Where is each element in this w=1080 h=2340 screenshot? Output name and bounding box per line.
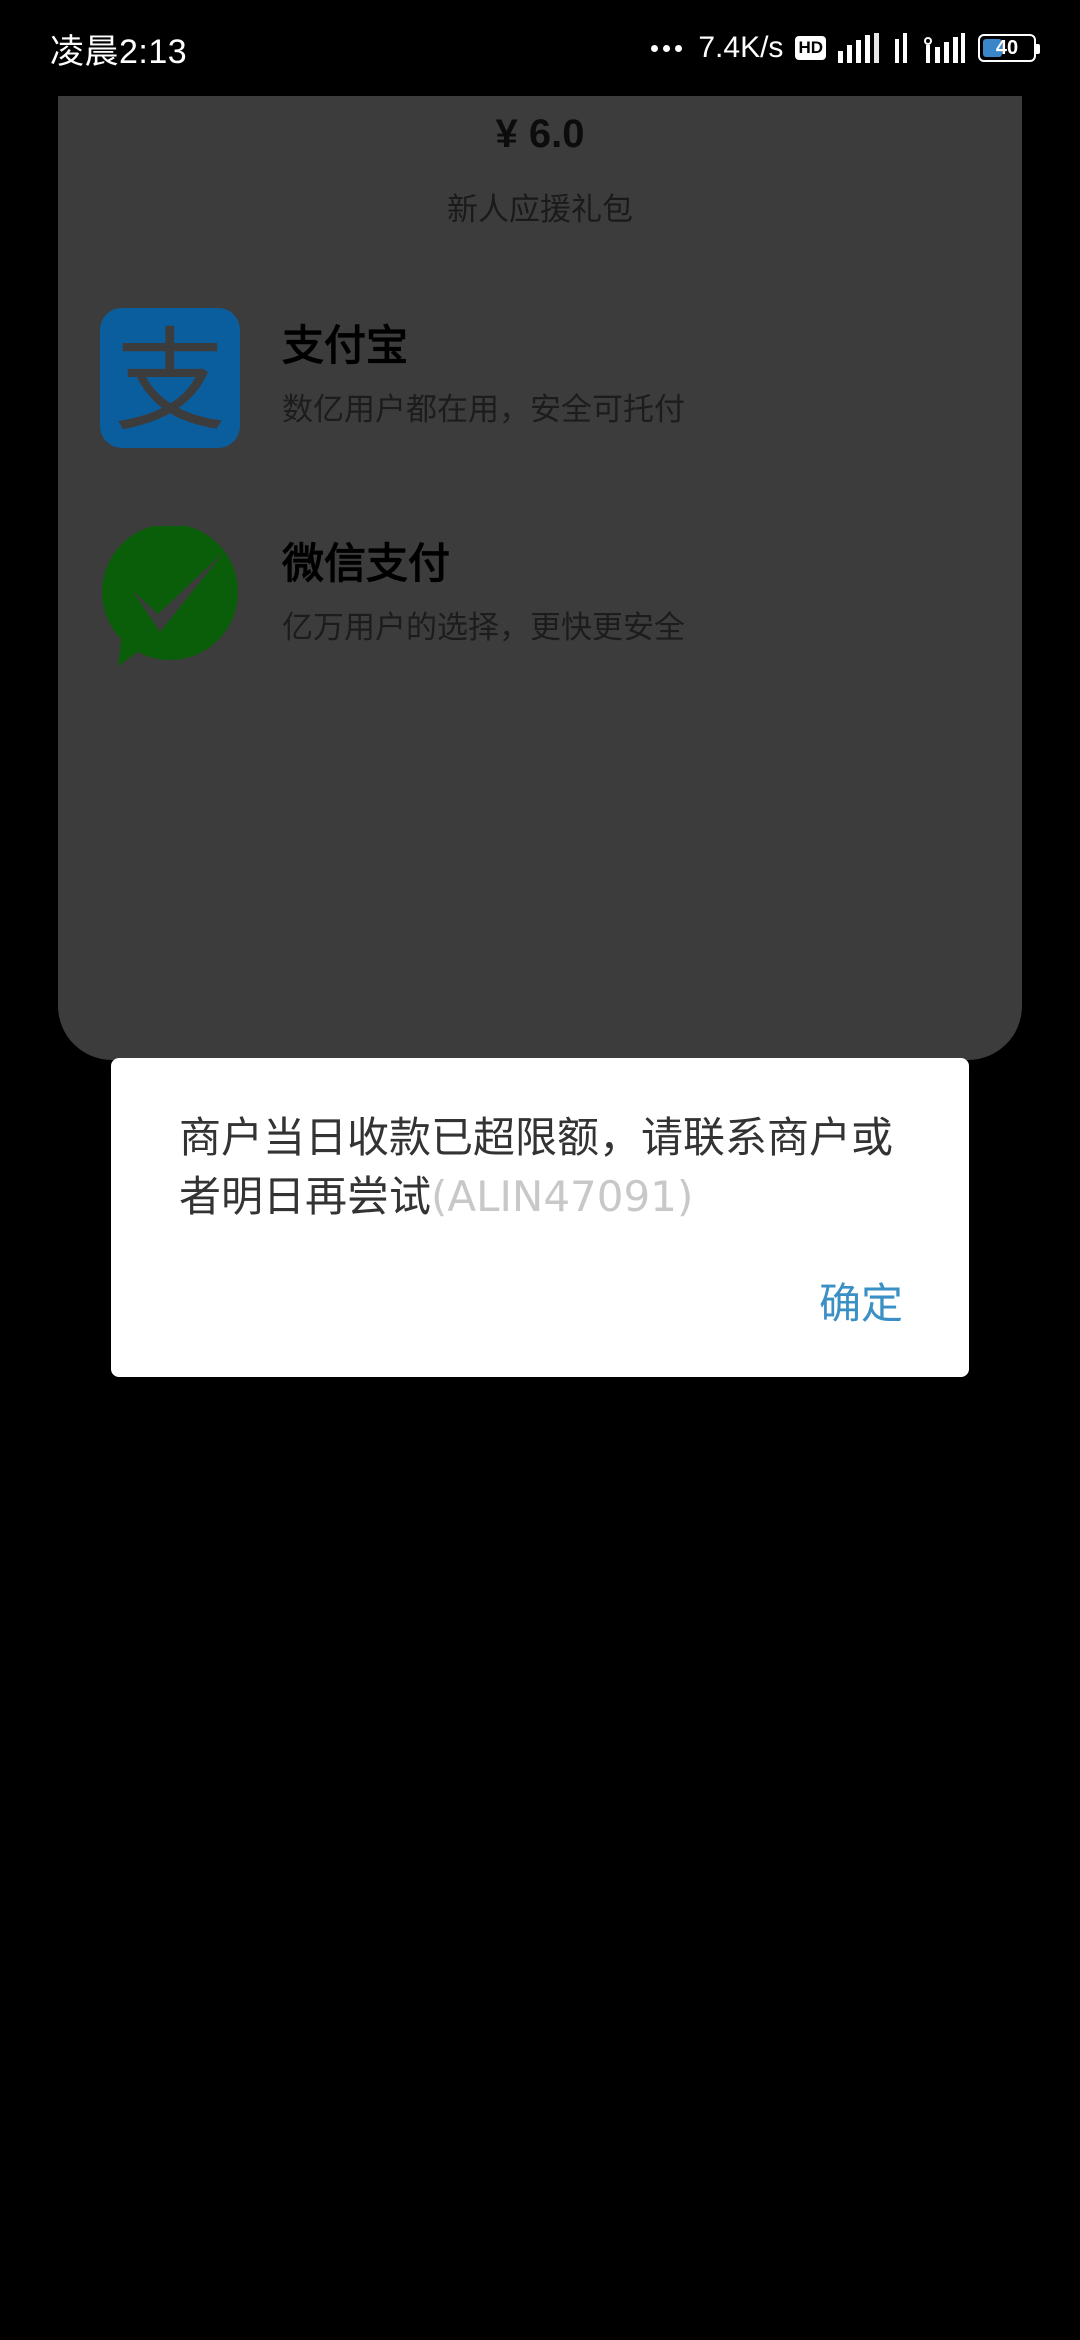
- alipay-title: 支付宝: [282, 321, 409, 370]
- svg-text:支: 支: [114, 317, 226, 447]
- signal-icon: [924, 33, 966, 63]
- wechat-pay-title: 微信支付: [282, 539, 451, 588]
- package-name: 新人应援礼包: [447, 192, 633, 228]
- wechat-pay-option[interactable]: 微信支付 亿万用户的选择，更快更安全: [100, 526, 980, 666]
- alipay-logo-icon: 支: [100, 308, 240, 448]
- alipay-description: 数亿用户都在用，安全可托付: [282, 392, 685, 428]
- wechat-pay-description: 亿万用户的选择，更快更安全: [282, 610, 685, 646]
- status-icons: 7.4K/s HD 40: [651, 31, 1040, 65]
- alipay-option[interactable]: 支 支付宝 数亿用户都在用，安全可托付: [100, 308, 980, 448]
- payment-sheet: ¥ 6.0 新人应援礼包 支 支付宝 数亿用户都在用，安全可托付 微信支付 亿万…: [58, 96, 1022, 1060]
- hd-icon: HD: [795, 36, 826, 60]
- network-speed: 7.4K/s: [698, 31, 784, 64]
- screen: 凌晨2:13 7.4K/s HD 40 ¥ 6.0 新人应援礼包 支 支付宝 数…: [0, 0, 1080, 2340]
- more-dots-icon: [651, 44, 683, 52]
- signal-icon: [838, 33, 880, 63]
- dialog-error-code: (ALIN47091): [431, 1172, 694, 1221]
- alert-dialog: 商户当日收款已超限额，请联系商户或者明日再尝试(ALIN47091) 确定: [111, 1058, 969, 1377]
- status-bar: 凌晨2:13 7.4K/s HD 40: [0, 0, 1080, 96]
- confirm-button[interactable]: 确定: [819, 1270, 903, 1331]
- wechat-pay-logo-icon: [102, 526, 238, 666]
- dialog-message: 商户当日收款已超限额，请联系商户或者明日再尝试(ALIN47091): [179, 1108, 909, 1226]
- status-time: 凌晨2:13: [50, 32, 188, 71]
- wifi-icon: [892, 33, 912, 63]
- battery-icon: 40: [978, 34, 1040, 62]
- price: ¥ 6.0: [495, 112, 585, 156]
- battery-level: 40: [995, 37, 1019, 59]
